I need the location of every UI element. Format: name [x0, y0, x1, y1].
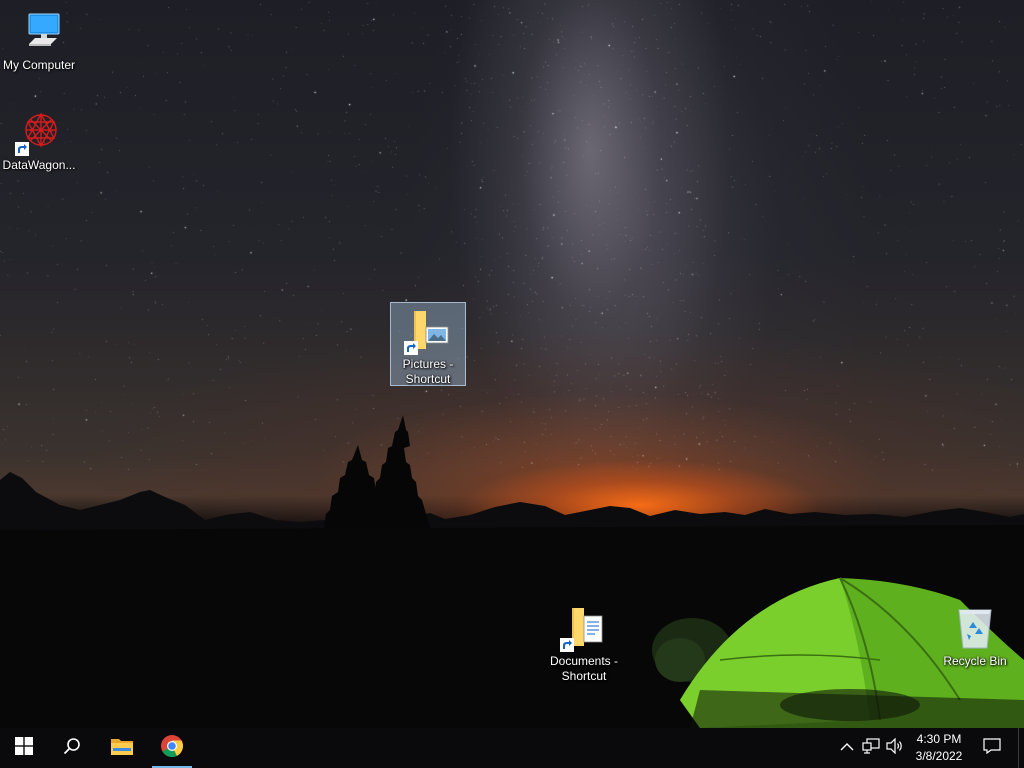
search-icon: [63, 737, 81, 760]
network-icon: [862, 737, 880, 759]
desktop-icon-my-computer[interactable]: My Computer: [1, 4, 77, 73]
windows-start-icon: [15, 736, 33, 760]
show-desktop-button[interactable]: [1018, 728, 1024, 768]
desktop-icon-documents-shortcut[interactable]: Documents - Shortcut: [546, 600, 622, 684]
pictures-folder-icon: [404, 307, 452, 355]
desktop-icon-label: Recycle Bin: [943, 654, 1007, 668]
desktop[interactable]: My Computer DataWagon... Pictures - Shor…: [0, 0, 1024, 728]
action-center-button[interactable]: [976, 728, 1008, 768]
shortcut-arrow-icon: [404, 341, 418, 355]
desktop-icon-recycle-bin[interactable]: Recycle Bin: [937, 600, 1013, 669]
network-button[interactable]: [861, 737, 881, 759]
taskbar: 4:30 PM 3/8/2022: [0, 728, 1024, 768]
desktop-icon-label: Pictures - Shortcut: [402, 357, 454, 386]
computer-icon: [15, 8, 63, 56]
clock-time: 4:30 PM: [916, 732, 962, 746]
desktop-icon-pictures-shortcut[interactable]: Pictures - Shortcut: [390, 302, 466, 386]
desktop-icon-label: My Computer: [2, 58, 76, 72]
clock-date: 3/8/2022: [915, 749, 963, 763]
start-button[interactable]: [0, 728, 48, 768]
desktop-icon-datawagon[interactable]: DataWagon...: [1, 104, 77, 173]
volume-icon: [886, 737, 904, 759]
taskbar-chrome[interactable]: [148, 728, 196, 768]
file-explorer-icon: [110, 736, 134, 761]
search-button[interactable]: [48, 728, 96, 768]
desktop-icon-label: DataWagon...: [2, 158, 76, 172]
documents-folder-icon: [560, 604, 608, 652]
chrome-icon: [160, 734, 184, 763]
chevron-up-icon: [840, 739, 854, 757]
datawagon-icon: [15, 108, 63, 156]
show-hidden-icons-button[interactable]: [837, 738, 857, 758]
desktop-icon-label: Documents - Shortcut: [549, 654, 619, 683]
shortcut-arrow-icon: [560, 638, 574, 652]
shortcut-arrow-icon: [15, 142, 29, 156]
clock[interactable]: 4:30 PM 3/8/2022: [906, 731, 972, 765]
notification-icon: [983, 737, 1001, 759]
volume-button[interactable]: [885, 737, 905, 759]
recycle-bin-icon: [951, 604, 999, 652]
wallpaper-landscape: [0, 415, 1024, 728]
taskbar-file-explorer[interactable]: [98, 728, 146, 768]
